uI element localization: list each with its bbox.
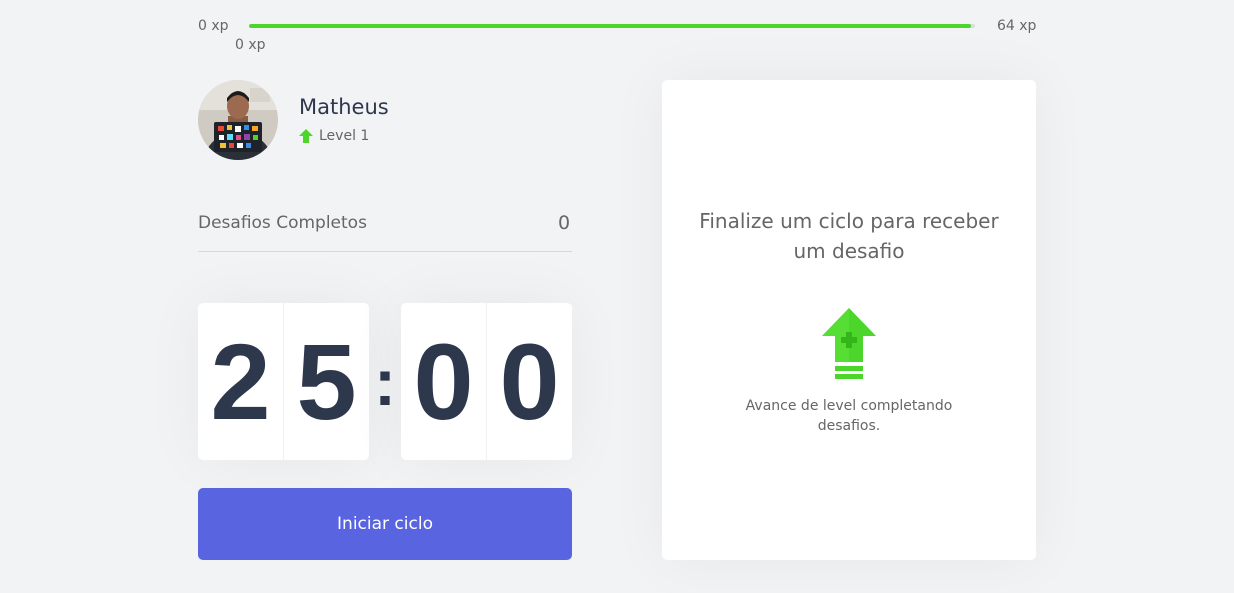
countdown-second-tens: 0 [401, 303, 487, 460]
avatar-image [198, 80, 278, 160]
challenge-box: Finalize um ciclo para receber um desafi… [662, 80, 1036, 560]
moveit-dashboard: 0 xp 64 xp 0 xp Matheus Level 1 Desafios… [0, 0, 1234, 593]
countdown-seconds: 0 0 [401, 303, 572, 460]
countdown-minute-tens: 2 [198, 303, 284, 460]
level-up-arrow-icon [299, 129, 313, 143]
countdown-second-ones: 0 [499, 320, 560, 442]
profile-name: Matheus [299, 95, 389, 119]
xp-current-label: 0 xp [235, 37, 266, 53]
experience-bar-fill [249, 24, 972, 28]
avatar [198, 80, 278, 160]
completed-challenges-count: 0 [558, 212, 571, 234]
countdown-minutes: 2 5 [198, 303, 369, 460]
start-cycle-button[interactable]: Iniciar ciclo [198, 488, 572, 560]
xp-max-label: 64 xp [997, 18, 1037, 34]
profile-level: Level 1 [299, 128, 369, 144]
countdown-minute-ones: 5 [296, 320, 357, 442]
level-label: Level 1 [319, 128, 370, 144]
experience-bar [249, 24, 975, 28]
countdown-separator: : [374, 344, 396, 419]
challenge-box-title: Finalize um ciclo para receber um desafi… [699, 209, 999, 263]
challenge-box-hint: Avance de level completando desafios. [745, 398, 953, 434]
xp-min-label: 0 xp [198, 18, 229, 34]
divider [198, 251, 572, 252]
level-up-icon [822, 308, 876, 379]
completed-challenges-label: Desafios Completos [198, 213, 367, 233]
